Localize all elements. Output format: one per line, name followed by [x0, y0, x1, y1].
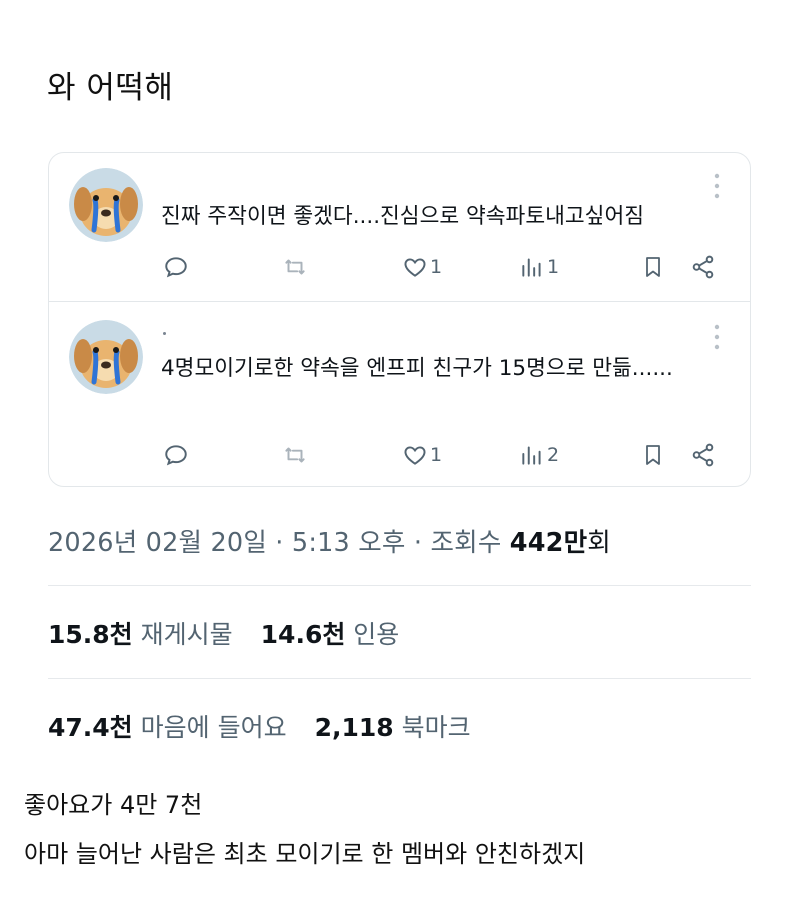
quotes-stat[interactable]: 14.6천 인용 — [261, 620, 428, 649]
views-icon — [522, 446, 541, 465]
like-count: 1 — [430, 256, 443, 278]
reposts-stat[interactable]: 15.8천 재게시물 — [48, 620, 261, 649]
reposts-label: 재게시물 — [140, 620, 233, 649]
action-bar: 1 2 — [49, 438, 750, 472]
share-icon — [692, 255, 714, 279]
caption-line: 좋아요가 4만 7천 — [24, 791, 203, 819]
heart-icon — [404, 258, 426, 277]
view-count-unit: 회 — [587, 528, 611, 558]
retweet-icon — [285, 259, 305, 275]
view-count: 442만 — [509, 528, 588, 558]
reply-icon — [165, 257, 187, 278]
bookmarks-count: 2,118 — [314, 713, 394, 742]
post-headline: 와 어떡해 — [47, 70, 174, 106]
handle-dot — [163, 332, 166, 335]
embedded-replies-card: 진짜 주작이면 좋겠다....진심으로 약속파토내고싶어짐 1 1 4명모이기로… — [48, 152, 751, 487]
retweet-button[interactable] — [281, 250, 309, 284]
bookmark-button[interactable] — [641, 438, 665, 472]
views-count: 2 — [547, 444, 560, 466]
engagement-row: 47.4천 마음에 들어요 2,118 북마크 — [48, 708, 499, 744]
share-button[interactable] — [690, 250, 716, 284]
retweet-button[interactable] — [281, 438, 309, 472]
post-timestamp[interactable]: 2026년 02월 20일 · 5:13 오후 · 조회수 442만회 — [48, 522, 611, 559]
bookmark-icon — [646, 445, 660, 465]
reply-button[interactable] — [163, 250, 189, 284]
more-icon[interactable] — [714, 324, 720, 350]
quotes-count: 14.6천 — [260, 620, 346, 649]
views-count: 1 — [547, 256, 560, 278]
views-icon — [522, 258, 541, 277]
engagement-row: 15.8천 재게시물 14.6천 인용 — [48, 615, 427, 651]
divider — [48, 678, 751, 679]
bookmarks-stat[interactable]: 2,118 북마크 — [315, 713, 499, 742]
likes-stat[interactable]: 47.4천 마음에 들어요 — [48, 713, 315, 742]
retweet-icon — [285, 447, 305, 463]
bookmark-icon — [646, 257, 660, 277]
likes-label: 마음에 들어요 — [140, 713, 287, 742]
caption-line: 아마 늘어난 사람은 최초 모이기로 한 멤버와 안친하겠지 — [24, 840, 586, 868]
share-icon — [692, 443, 714, 467]
likes-count: 47.4천 — [48, 713, 133, 742]
reply-button[interactable] — [163, 438, 189, 472]
reply-text: 4명모이기로한 약속을 엔프피 친구가 15명으로 만듦...... — [161, 356, 673, 381]
share-button[interactable] — [690, 438, 716, 472]
bookmark-button[interactable] — [641, 250, 665, 284]
avatar[interactable] — [69, 320, 143, 394]
quotes-label: 인용 — [353, 620, 400, 649]
views-button[interactable]: 2 — [519, 438, 559, 472]
like-button[interactable]: 1 — [402, 438, 442, 472]
heart-icon — [404, 446, 426, 465]
reply-icon — [165, 445, 187, 466]
reply-text: 진짜 주작이면 좋겠다....진심으로 약속파토내고싶어짐 — [161, 204, 645, 229]
reply-item[interactable]: 진짜 주작이면 좋겠다....진심으로 약속파토내고싶어짐 1 1 — [49, 153, 750, 301]
more-icon[interactable] — [714, 173, 720, 199]
reply-item[interactable]: 4명모이기로한 약속을 엔프피 친구가 15명으로 만듦...... 1 2 — [49, 301, 750, 489]
views-button[interactable]: 1 — [519, 250, 559, 284]
divider — [48, 585, 751, 586]
action-bar: 1 1 — [49, 250, 750, 284]
datetime-text: 2026년 02월 20일 · 5:13 오후 · 조회수 — [48, 528, 510, 558]
like-button[interactable]: 1 — [402, 250, 442, 284]
like-count: 1 — [430, 444, 443, 466]
bookmarks-label: 북마크 — [401, 713, 471, 742]
reposts-count: 15.8천 — [48, 620, 133, 649]
avatar[interactable] — [69, 168, 143, 242]
